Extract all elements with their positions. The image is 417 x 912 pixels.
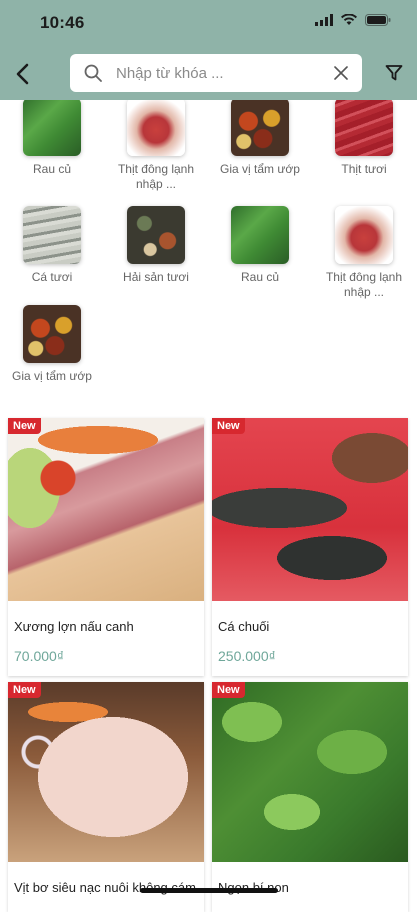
category-item[interactable]: Thịt đông lạnh nhập ...: [104, 98, 208, 192]
signal-icon: [315, 14, 333, 26]
home-indicator: [140, 888, 278, 893]
product-name: Cá chuối: [218, 619, 270, 634]
search-input[interactable]: [116, 62, 316, 84]
category-label: Cá tươi: [31, 270, 73, 284]
category-image: [127, 206, 185, 264]
category-label: Thịt đông lạnh nhập ...: [325, 270, 403, 299]
category-image: [231, 98, 289, 156]
category-label: Gia vị tẩm ướp: [220, 162, 300, 176]
category-image: [127, 98, 185, 156]
search-bar[interactable]: [70, 54, 362, 92]
product-image: New: [212, 682, 408, 862]
category-label: Rau củ: [32, 162, 72, 176]
category-item[interactable]: Thịt tươi: [312, 98, 416, 177]
status-bar: 10:46: [0, 0, 417, 46]
product-image: New: [8, 418, 204, 601]
back-button[interactable]: [12, 60, 34, 88]
new-badge: New: [212, 418, 245, 434]
category-image: [231, 206, 289, 264]
filter-icon: [385, 65, 403, 81]
wifi-icon: [341, 14, 357, 25]
category-label: Gia vị tẩm ướp: [12, 369, 92, 383]
category-image: [335, 98, 393, 156]
category-item[interactable]: Rau củ: [0, 98, 104, 177]
category-image: [23, 98, 81, 156]
product-image: New: [8, 682, 204, 862]
new-badge: New: [8, 418, 41, 434]
category-image: [23, 206, 81, 264]
product-name: Xương lợn nấu canh: [14, 619, 134, 634]
search-icon: [84, 64, 102, 82]
category-label: Hải sản tươi: [123, 270, 189, 284]
category-item[interactable]: Rau củ: [208, 206, 312, 285]
filter-button[interactable]: [385, 64, 403, 87]
category-image: [335, 206, 393, 264]
category-item[interactable]: Gia vị tẩm ướp: [208, 98, 312, 177]
category-item[interactable]: Thịt đông lạnh nhập ...: [312, 206, 416, 300]
new-badge: New: [212, 682, 245, 698]
category-item[interactable]: Hải sản tươi: [104, 206, 208, 285]
status-icons: [315, 14, 391, 26]
category-item[interactable]: Gia vị tẩm ướp: [0, 305, 104, 384]
close-icon[interactable]: [334, 66, 348, 80]
product-card[interactable]: New Ngọn bí non: [212, 682, 408, 912]
top-bar: 10:46: [0, 0, 417, 100]
battery-icon: [365, 14, 391, 26]
product-price: 70.000₫: [14, 648, 65, 664]
product-card[interactable]: New Cá chuối 250.000₫: [212, 418, 408, 676]
product-card[interactable]: New Xương lợn nấu canh 70.000₫: [8, 418, 204, 676]
product-image: New: [212, 418, 408, 601]
product-card[interactable]: New Vịt bơ siêu nạc nuôi không cám: [8, 682, 204, 912]
category-item[interactable]: Cá tươi: [0, 206, 104, 285]
chevron-left-icon: [16, 63, 29, 85]
category-image: [23, 305, 81, 363]
category-label: Rau củ: [240, 270, 280, 284]
category-label: Thịt đông lạnh nhập ...: [117, 162, 195, 191]
category-label: Thịt tươi: [341, 162, 387, 176]
new-badge: New: [8, 682, 41, 698]
product-price: 250.000₫: [218, 648, 276, 664]
status-time: 10:46: [40, 13, 85, 32]
